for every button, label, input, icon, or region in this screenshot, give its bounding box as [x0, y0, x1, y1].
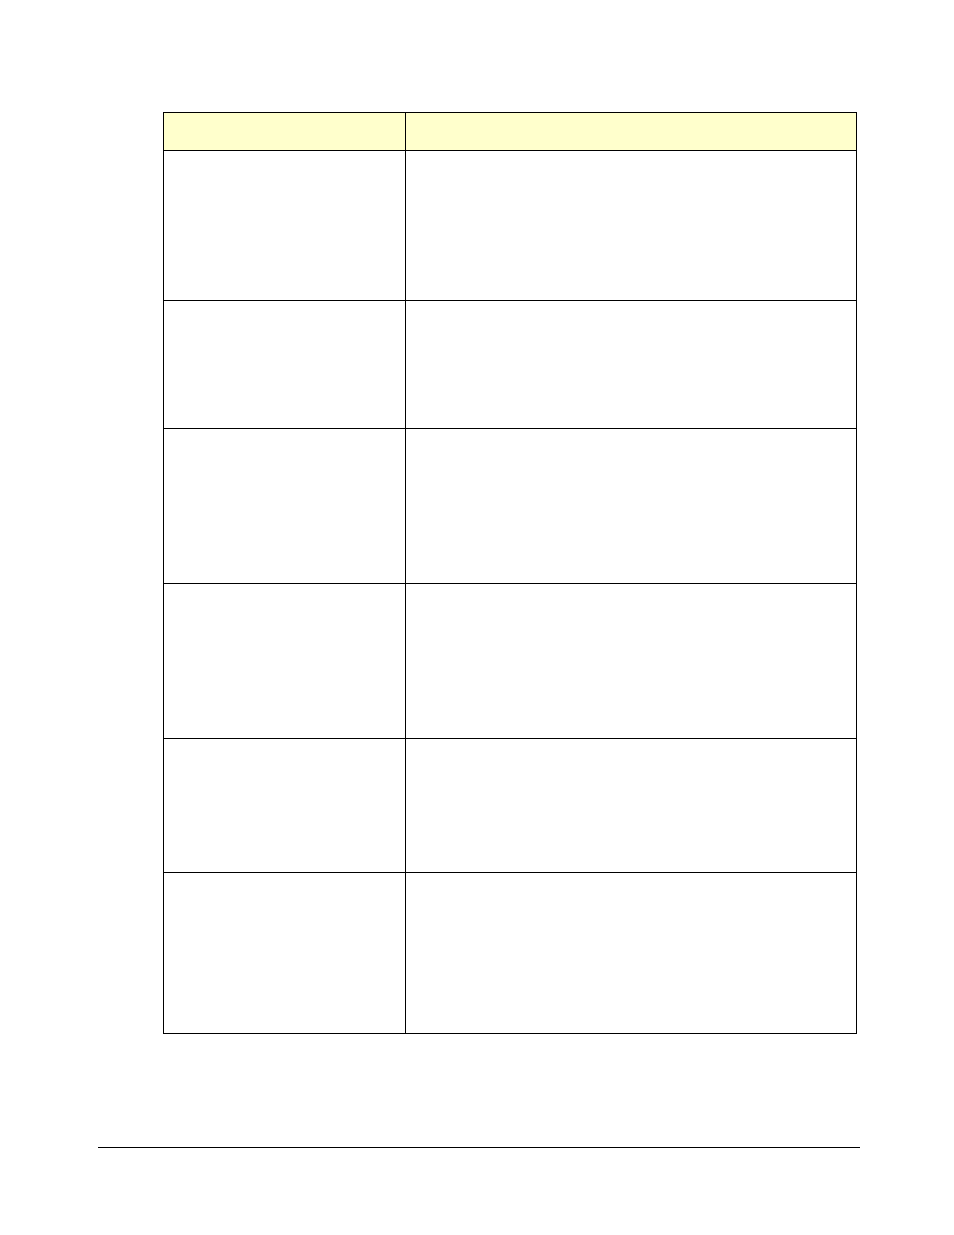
horizontal-rule: [98, 1147, 860, 1148]
table-row: [164, 739, 857, 873]
table-cell-r2c1: [164, 301, 406, 429]
table-row: [164, 429, 857, 584]
table-cell-r4c1: [164, 584, 406, 739]
table-row: [164, 584, 857, 739]
table-cell-r1c1: [164, 151, 406, 301]
table-row: [164, 301, 857, 429]
table-row: [164, 873, 857, 1034]
table-cell-r4c2: [406, 584, 857, 739]
main-table: [163, 112, 857, 1034]
table-cell-r6c2: [406, 873, 857, 1034]
table-cell-r6c1: [164, 873, 406, 1034]
table-cell-r2c2: [406, 301, 857, 429]
table-cell-r1c2: [406, 151, 857, 301]
table-header-cell-2: [406, 113, 857, 151]
table-cell-r3c2: [406, 429, 857, 584]
table-row: [164, 151, 857, 301]
table-header-row: [164, 113, 857, 151]
table-cell-r5c2: [406, 739, 857, 873]
table-cell-r3c1: [164, 429, 406, 584]
page: [0, 0, 954, 1235]
table-cell-r5c1: [164, 739, 406, 873]
table-header-cell-1: [164, 113, 406, 151]
